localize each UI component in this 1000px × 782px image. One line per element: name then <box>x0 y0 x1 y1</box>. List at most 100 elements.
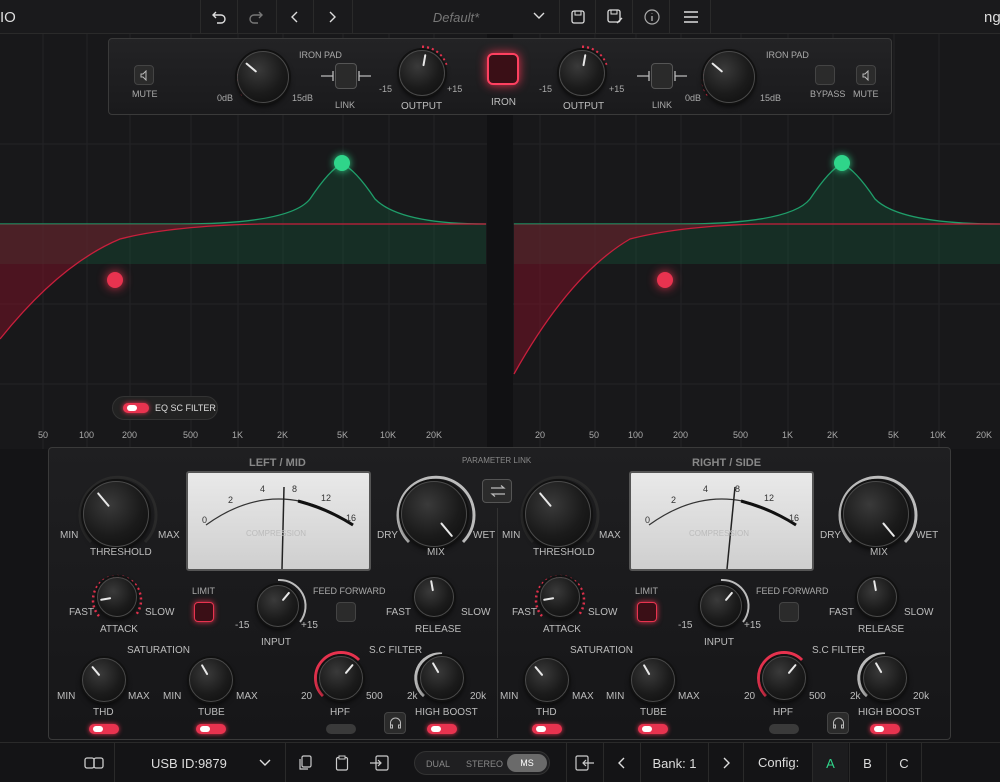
thd-left-max: MAX <box>128 691 150 702</box>
peak-node-left[interactable] <box>334 155 350 171</box>
undo-button[interactable] <box>200 0 236 34</box>
vu-meter-right-face <box>648 486 797 569</box>
paste-button[interactable] <box>324 743 360 782</box>
eq-sc-filter-label: EQ SC FILTER <box>155 403 216 413</box>
hpf-node-left[interactable] <box>107 272 123 288</box>
attack-left-knob[interactable] <box>97 577 137 617</box>
iron-button[interactable] <box>487 53 519 85</box>
vu-tick: 12 <box>321 493 332 503</box>
mix-right-knob[interactable] <box>843 481 909 547</box>
thd-left-knob[interactable] <box>82 658 126 702</box>
save-button[interactable] <box>560 0 596 34</box>
mode-selector: DUAL STEREO MS <box>414 751 550 775</box>
config-a-label: A <box>826 755 835 771</box>
info-icon <box>643 9 660 25</box>
input-left-knob[interactable] <box>257 585 299 627</box>
release-right-knob[interactable] <box>857 577 897 617</box>
mode-ms-label: MS <box>520 758 534 768</box>
hpf-node-right[interactable] <box>657 272 673 288</box>
freq-label: 500 <box>183 430 199 440</box>
high-boost-left-knob[interactable] <box>420 656 464 700</box>
copy-button[interactable] <box>287 743 323 782</box>
limit-right-button[interactable] <box>637 602 657 622</box>
tube-left-label: TUBE <box>198 707 225 718</box>
hpf-left-knob[interactable] <box>319 656 363 700</box>
mute-right-button[interactable] <box>856 65 876 85</box>
config-c-label: C <box>899 755 909 771</box>
threshold-left-knob[interactable] <box>83 481 149 547</box>
bottom-bar: USB ID:9879 DUAL STEREO MS Bank: 1 Confi… <box>0 742 1000 782</box>
output-right-knob[interactable] <box>559 50 605 96</box>
prev-bank-button[interactable] <box>603 743 639 782</box>
mode-dual[interactable]: DUAL <box>426 759 450 769</box>
tube-right-knob[interactable] <box>631 658 675 702</box>
threshold-right-knob[interactable] <box>525 481 591 547</box>
iron-pad-left-knob[interactable] <box>237 51 289 103</box>
high-boost-right-label: HIGH BOOST <box>858 707 921 718</box>
tube-left-knob[interactable] <box>189 658 233 702</box>
save-as-button[interactable] <box>597 0 633 34</box>
feed-forward-right-button[interactable] <box>779 602 799 622</box>
freq-label: 50 <box>38 430 49 440</box>
release-right-label: RELEASE <box>858 624 905 635</box>
listen-right-button[interactable] <box>827 712 849 734</box>
device-dropdown[interactable]: USB ID:9879 <box>114 743 286 782</box>
thd-left-toggle[interactable] <box>89 724 119 734</box>
load-bank-button[interactable] <box>566 743 602 782</box>
parameter-link-label: PARAMETER LINK <box>462 456 532 465</box>
high-boost-right-knob[interactable] <box>863 656 907 700</box>
input-right-max: +15 <box>744 620 761 631</box>
redo-button[interactable] <box>237 0 273 34</box>
iron-pad-right-knob[interactable] <box>703 51 755 103</box>
transfer-button[interactable] <box>361 743 397 782</box>
high-boost-right-toggle[interactable] <box>870 724 900 734</box>
next-bank-button[interactable] <box>708 743 744 782</box>
parameter-link-button[interactable] <box>482 479 512 503</box>
freq-label: 5K <box>888 430 900 440</box>
freq-label: 10K <box>930 430 947 440</box>
undo-icon <box>211 11 226 24</box>
peak-node-right[interactable] <box>834 155 850 171</box>
config-b-button[interactable]: B <box>849 743 885 782</box>
thd-right-knob[interactable] <box>525 658 569 702</box>
mode-ms[interactable]: MS <box>507 754 547 772</box>
eq-sc-filter-toggle[interactable]: EQ SC FILTER <box>112 396 218 420</box>
mute-left-button[interactable] <box>134 65 154 85</box>
config-a-button[interactable]: A <box>812 743 848 782</box>
high-boost-left-label: HIGH BOOST <box>415 707 478 718</box>
threshold-left-min: MIN <box>60 530 79 541</box>
hpf-left-label: HPF <box>330 707 350 718</box>
release-left-knob[interactable] <box>414 577 454 617</box>
config-c-button[interactable]: C <box>886 743 922 782</box>
output-right-max: +15 <box>609 84 625 94</box>
hpf-left-min: 20 <box>301 691 313 702</box>
limit-left-button[interactable] <box>194 602 214 622</box>
menu-button[interactable] <box>671 0 711 34</box>
output-left-knob[interactable] <box>399 50 445 96</box>
eq-sc-filter-switch[interactable] <box>123 403 149 413</box>
hpf-left-toggle[interactable] <box>326 724 356 734</box>
hpf-right-toggle[interactable] <box>769 724 799 734</box>
mix-left-knob[interactable] <box>401 481 467 547</box>
tube-left-toggle[interactable] <box>196 724 226 734</box>
next-preset-button[interactable] <box>313 0 349 34</box>
clipboard-icon <box>335 755 349 771</box>
iron-pad-left-min: 0dB <box>217 93 234 103</box>
transfer-icon <box>370 755 389 771</box>
info-button[interactable] <box>634 0 670 34</box>
tube-right-toggle[interactable] <box>638 724 668 734</box>
input-left-min: -15 <box>235 620 250 631</box>
high-boost-left-toggle[interactable] <box>427 724 457 734</box>
attack-right-fast: FAST <box>512 607 538 618</box>
listen-left-button[interactable] <box>384 712 406 734</box>
prev-preset-button[interactable] <box>276 0 312 34</box>
hpf-right-knob[interactable] <box>762 656 806 700</box>
input-right-knob[interactable] <box>700 585 742 627</box>
bypass-button[interactable] <box>815 65 835 85</box>
thd-right-toggle[interactable] <box>532 724 562 734</box>
preset-dropdown[interactable]: Default* <box>352 0 560 34</box>
link-device-button[interactable] <box>76 743 112 782</box>
attack-right-knob[interactable] <box>540 577 580 617</box>
mode-stereo[interactable]: STEREO <box>466 759 503 769</box>
feed-forward-left-button[interactable] <box>336 602 356 622</box>
